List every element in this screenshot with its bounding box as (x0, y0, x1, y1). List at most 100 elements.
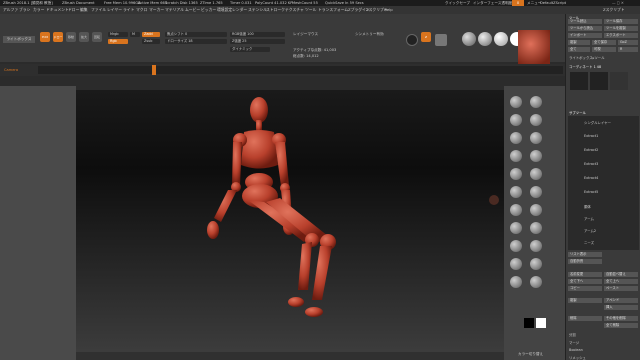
list-all-button[interactable]: リスト表示 (568, 252, 602, 257)
line-fill-icon[interactable] (510, 276, 522, 288)
persp-icon[interactable] (510, 150, 522, 162)
menu-help[interactable]: Help (384, 6, 393, 14)
merge-section[interactable]: マージ (569, 340, 579, 345)
subtool-item[interactable]: Extract4 (584, 176, 598, 180)
auto-reorder-button[interactable]: 自動並べ替え (604, 272, 638, 277)
lightbox-tools-link[interactable]: ライトボックス▸ツール (569, 55, 605, 60)
subtool-item[interactable]: Extract3 (584, 162, 598, 166)
duplicate-button[interactable]: 複製 (568, 40, 590, 45)
subtool-item[interactable]: Extract2 (584, 148, 598, 152)
menu-file[interactable]: ファイル (91, 6, 106, 14)
zadd-toggle[interactable]: Zadd (142, 32, 160, 37)
symmetry-button[interactable]: シンメトリー有効 (355, 32, 384, 37)
material-thumb-2[interactable] (478, 32, 492, 46)
rgb-intensity-slider[interactable]: RGB強度 100 (230, 32, 285, 37)
menu-transform[interactable]: トランスフォーム (318, 6, 348, 14)
subtool-item[interactable]: Extract5 (584, 190, 598, 194)
zoom-icon[interactable] (530, 114, 542, 126)
gizmo-marker[interactable] (489, 195, 499, 205)
boolean-section[interactable]: Boolean (569, 348, 583, 352)
duplicate-subtool-button[interactable]: 複製 (568, 298, 602, 303)
all-high-button[interactable]: 全て上へ (604, 279, 638, 284)
rotate-view-icon[interactable] (510, 222, 522, 234)
focal-shift-slider[interactable]: 焦点シフト 0 (165, 32, 227, 37)
import-button[interactable]: インポート (568, 33, 602, 38)
menu-picker[interactable]: ピッカー (201, 6, 216, 14)
menu-layer[interactable]: レイヤー (107, 6, 122, 14)
mannequin-figure[interactable] (76, 90, 504, 352)
menu-alpha[interactable]: アルファ (3, 6, 18, 14)
menu-stroke[interactable]: ストローク (266, 6, 285, 14)
scale-button[interactable]: 拡大 (79, 32, 89, 42)
spix-icon[interactable] (530, 96, 542, 108)
solo-icon[interactable] (510, 258, 522, 270)
material-thumb-0[interactable] (435, 34, 447, 46)
move-button[interactable]: 移動 (66, 32, 76, 42)
menu-tool[interactable]: ツール (305, 6, 316, 14)
bpr-icon[interactable] (510, 96, 522, 108)
gxyz-icon[interactable] (510, 186, 522, 198)
save-all-button[interactable]: 全て保存 (592, 40, 616, 45)
split-section[interactable]: 分割 (569, 332, 576, 337)
polyf-icon[interactable] (530, 222, 542, 234)
transp-icon[interactable] (510, 240, 522, 252)
all-low-button[interactable]: 全て下へ (568, 279, 602, 284)
menu-document[interactable]: ドキュメント (46, 6, 69, 14)
paste-button[interactable]: ペースト (604, 286, 638, 291)
tool-thumb-figure[interactable] (570, 72, 588, 90)
xpose-icon[interactable] (530, 258, 542, 270)
subtool-item[interactable]: シングルレイヤー (584, 120, 611, 125)
frame-icon[interactable] (530, 186, 542, 198)
save-tool-button[interactable]: ツール保存 (604, 19, 638, 24)
rgb-toggle[interactable]: Rgb (108, 39, 128, 44)
floor-icon[interactable] (530, 150, 542, 162)
all-button[interactable]: 全て (568, 47, 590, 52)
rotate-button[interactable]: 回転 (92, 32, 102, 42)
visible-button[interactable]: 可視 (592, 47, 616, 52)
lazy-mouse-button[interactable]: レイジーマウス (293, 32, 318, 37)
tool-thumb-cylinder[interactable] (610, 72, 628, 90)
draw-size-slider[interactable]: ドローサイズ 18 (165, 39, 227, 44)
subtool-item[interactable]: Extract1 (584, 134, 598, 138)
z-intensity-slider[interactable]: Z強度 25 (230, 39, 285, 44)
insert-button[interactable]: 挿入 (604, 305, 638, 310)
goz-button[interactable]: GoZ (618, 40, 638, 45)
tool-thumb-sphere[interactable] (590, 72, 608, 90)
remesh-section[interactable]: リメッシュ (569, 355, 586, 360)
menu-material[interactable]: マテリアル (165, 6, 184, 14)
menu-edit[interactable]: 編集 (80, 6, 88, 14)
scale-view-icon[interactable] (530, 204, 542, 216)
delete-other-button[interactable]: その他を削除 (604, 316, 638, 321)
menu-stencil[interactable]: ステンシル (248, 6, 267, 14)
rename-button[interactable]: 名前変更 (568, 272, 602, 277)
camera-timeline[interactable]: Camera (0, 64, 565, 76)
mrgb-toggle[interactable]: Mrgb (108, 32, 128, 37)
zsub-toggle[interactable]: Zsub (142, 39, 160, 44)
actual-icon[interactable] (510, 132, 522, 144)
move-view-icon[interactable] (510, 204, 522, 216)
color-swatch-black[interactable] (524, 318, 534, 328)
material-thumb-1[interactable] (462, 32, 476, 46)
menu-texture[interactable]: テクスチャ (285, 6, 304, 14)
edit-button[interactable]: Edit (40, 32, 50, 42)
dynamic-button[interactable]: ダイナミック (230, 47, 270, 52)
load-tool-button[interactable]: ツール読込 (568, 19, 602, 24)
export-button[interactable]: エクスポート (604, 33, 638, 38)
draw-button[interactable]: ドロー (53, 32, 63, 42)
load-from-tool-button[interactable]: ツールから読込 (568, 26, 602, 31)
r-button[interactable]: R (618, 47, 638, 52)
spotlight-icon[interactable] (406, 34, 418, 46)
scroll-icon[interactable] (510, 114, 522, 126)
delete-all-button[interactable]: 全て削除 (604, 323, 638, 328)
timeline-track[interactable] (38, 66, 563, 74)
menu-brush[interactable]: ブラシ (19, 6, 30, 14)
local-icon[interactable] (510, 168, 522, 180)
ghost-icon[interactable] (530, 240, 542, 252)
m-toggle[interactable]: M (130, 32, 140, 37)
zbrush-icon[interactable]: Z (421, 32, 431, 42)
subtool-item[interactable]: 胴体 (584, 204, 591, 209)
append-button[interactable]: アペンド (604, 298, 638, 303)
clone-tool-button[interactable]: ツールを複製 (604, 26, 638, 31)
lightbox-button[interactable]: ライトボックス (3, 36, 35, 43)
copy-button[interactable]: コピー (568, 286, 602, 291)
